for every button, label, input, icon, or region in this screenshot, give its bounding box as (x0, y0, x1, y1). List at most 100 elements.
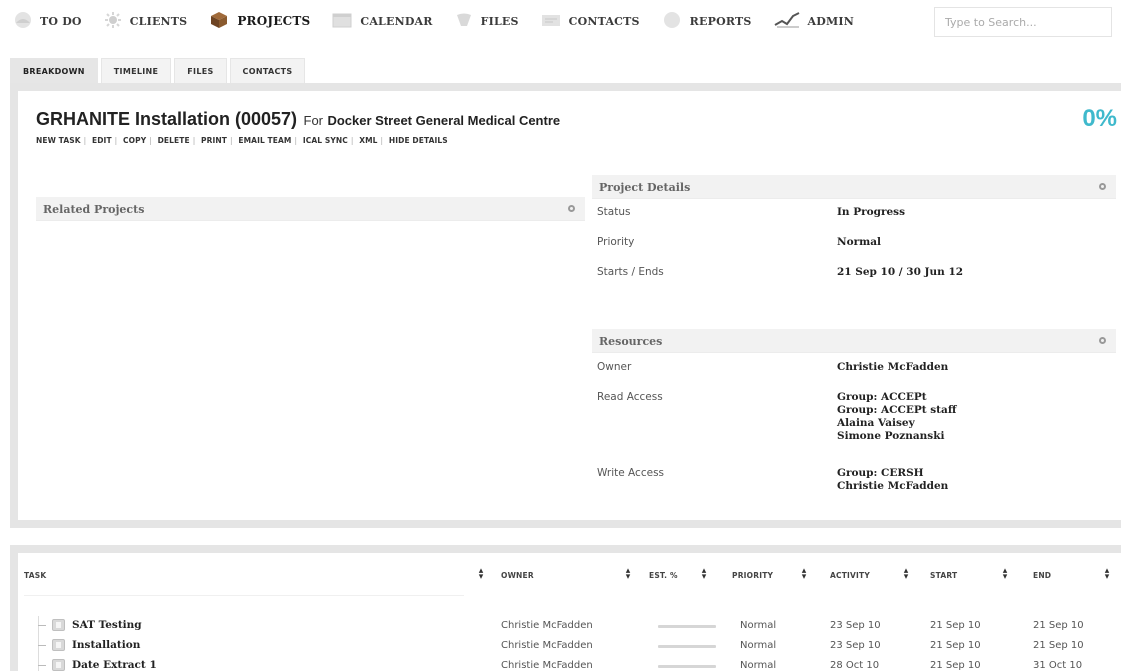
separator: | (83, 136, 87, 145)
tab-files[interactable]: FILES (174, 58, 227, 83)
nav-label: CLIENTS (129, 14, 188, 28)
task-start: 21 Sep 10 (930, 620, 981, 631)
sort-icon[interactable]: ▴ ▾ (800, 567, 808, 582)
sort-icon[interactable]: ▴ ▾ (902, 567, 910, 582)
table-row[interactable]: Date Extract 1 Christie McFadden Normal … (18, 656, 1121, 671)
tab-contacts[interactable]: CONTACTS (229, 58, 306, 83)
task-owner: Christie McFadden (501, 660, 593, 671)
column-header-task[interactable]: TASK (24, 571, 46, 580)
new-task-link[interactable]: NEW TASK (36, 136, 81, 145)
separator: | (230, 136, 233, 145)
resources-header: Resources (592, 329, 1116, 353)
top-navigation: TO DO CLIENTS PROJECTS CALENDAR FILES CO… (0, 0, 1121, 42)
task-owner: Christie McFadden (501, 640, 593, 651)
column-header-end[interactable]: END (1033, 571, 1051, 580)
gear-icon[interactable] (568, 205, 575, 212)
task-end: 21 Sep 10 (1033, 620, 1084, 631)
detail-label: Starts / Ends (597, 266, 664, 278)
ical-sync-link[interactable]: ICAL SYNC (303, 136, 348, 145)
resource-row-write: Write Access Group: CERSH Christie McFad… (592, 459, 1116, 499)
table-row[interactable]: SAT Testing Christie McFadden Normal 23 … (18, 616, 1121, 636)
resource-row-owner: Owner Christie McFadden (592, 353, 1116, 383)
nav-calendar[interactable]: CALENDAR (332, 0, 432, 42)
search-input[interactable] (934, 7, 1112, 37)
nav-clients[interactable]: CLIENTS (104, 0, 188, 42)
task-panel: TASK ▴ ▾ OWNER ▴ ▾ EST. % ▴ ▾ PRIORITY ▴ ▾ A… (10, 545, 1121, 671)
nav-contacts[interactable]: CONTACTS (541, 0, 640, 42)
hide-details-link[interactable]: HIDE DETAILS (389, 136, 448, 145)
est-progress-bar (658, 645, 716, 648)
copy-link[interactable]: COPY (123, 136, 146, 145)
resource-label: Write Access (597, 467, 665, 479)
project-subtabs: BREAKDOWN TIMELINE FILES CONTACTS (10, 55, 1120, 83)
resource-label: Owner (597, 361, 632, 373)
task-priority: Normal (740, 620, 777, 631)
column-header-est[interactable]: EST. % (649, 571, 678, 580)
task-name[interactable]: SAT Testing (72, 619, 142, 631)
client-link[interactable]: Docker Street General Medical Centre (327, 113, 560, 128)
task-icon (52, 639, 65, 651)
nav-reports[interactable]: REPORTS (662, 0, 752, 42)
read-access-entry: Group: ACCEPt staff (837, 404, 957, 416)
detail-value: In Progress (837, 206, 906, 218)
related-projects-header: Related Projects (36, 197, 585, 221)
tab-timeline[interactable]: TIMELINE (100, 58, 172, 83)
projects-box-icon (209, 11, 229, 32)
column-header-priority[interactable]: PRIORITY (732, 571, 773, 580)
task-activity: 23 Sep 10 (830, 620, 881, 631)
est-progress-bar (658, 665, 716, 668)
detail-label: Status (597, 206, 631, 218)
column-header-owner[interactable]: OWNER (501, 571, 534, 580)
nav-label: ADMIN (807, 14, 854, 28)
related-projects-title: Related Projects (43, 203, 145, 216)
nav-files[interactable]: FILES (455, 0, 519, 42)
separator: | (192, 136, 196, 145)
nav-admin[interactable]: ADMIN (774, 0, 854, 42)
task-icon (52, 659, 65, 671)
nav-label: PROJECTS (237, 14, 311, 28)
print-link[interactable]: PRINT (201, 136, 227, 145)
xml-link[interactable]: XML (359, 136, 377, 145)
task-name[interactable]: Date Extract 1 (72, 659, 157, 671)
tab-breakdown[interactable]: BREAKDOWN (10, 58, 98, 83)
sort-icon[interactable]: ▴ ▾ (477, 567, 485, 582)
tree-branch (38, 625, 46, 626)
reports-icon (662, 11, 682, 32)
nav-projects[interactable]: PROJECTS (209, 0, 310, 42)
read-access-entry: Simone Poznanski (837, 430, 945, 442)
gear-icon[interactable] (1099, 337, 1106, 344)
task-end: 21 Sep 10 (1033, 640, 1084, 651)
resource-row-read: Read Access Group: ACCEPt Group: ACCEPt … (592, 383, 1116, 459)
project-percent: 0% (1082, 105, 1117, 132)
edit-link[interactable]: EDIT (92, 136, 112, 145)
detail-value: Normal (837, 236, 882, 248)
nav-todo[interactable]: TO DO (14, 0, 82, 42)
detail-label: Priority (597, 236, 635, 248)
resource-label: Read Access (597, 391, 663, 403)
related-projects-box: Related Projects (36, 197, 585, 221)
gear-icon[interactable] (1099, 183, 1106, 190)
admin-icon (774, 11, 800, 32)
resources-box: Resources Owner Christie McFadden Read A… (592, 329, 1116, 499)
resource-value-list: Group: ACCEPt Group: ACCEPt staff Alaina… (837, 391, 956, 443)
detail-value: 21 Sep 10 / 30 Jun 12 (837, 266, 964, 278)
task-activity: 28 Oct 10 (830, 660, 880, 671)
task-name[interactable]: Installation (72, 639, 140, 651)
header-divider (24, 595, 464, 596)
project-panel: GRHANITE Installation (00057) For Docker… (10, 83, 1121, 528)
task-activity: 23 Sep 10 (830, 640, 881, 651)
table-row[interactable]: Installation Christie McFadden Normal 23… (18, 636, 1121, 656)
column-header-start[interactable]: START (930, 571, 957, 580)
email-team-link[interactable]: EMAIL TEAM (238, 136, 291, 145)
separator: | (380, 136, 384, 145)
sort-icon[interactable]: ▴ ▾ (1001, 567, 1009, 582)
page-title: GRHANITE Installation (00057) For Docker… (36, 109, 560, 130)
sort-icon[interactable]: ▴ ▾ (1103, 567, 1111, 582)
sort-icon[interactable]: ▴ ▾ (624, 567, 632, 582)
column-header-activity[interactable]: ACTIVITY (830, 571, 870, 580)
resource-value-list: Group: CERSH Christie McFadden (837, 467, 948, 493)
delete-link[interactable]: DELETE (158, 136, 190, 145)
resources-title: Resources (599, 335, 663, 348)
sort-icon[interactable]: ▴ ▾ (700, 567, 708, 582)
project-details-box: Project Details Status In Progress Prior… (592, 175, 1116, 289)
